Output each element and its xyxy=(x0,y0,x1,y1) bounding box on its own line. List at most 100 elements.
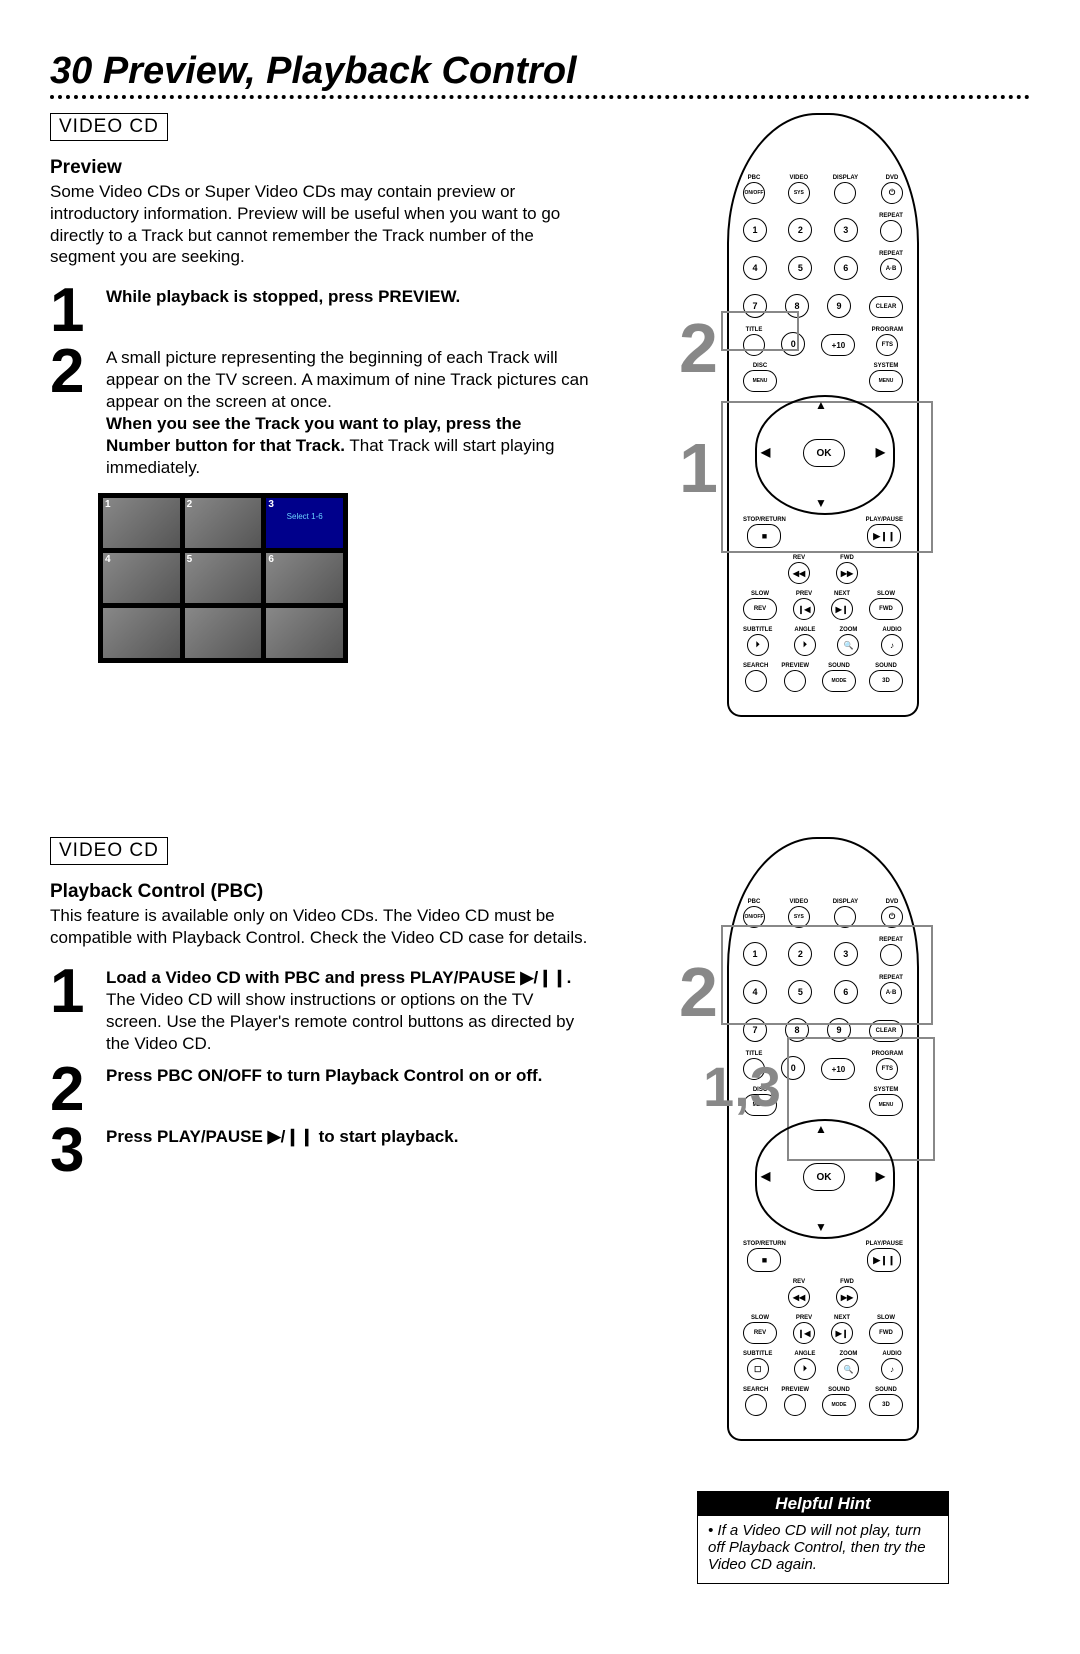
btn-1[interactable]: 1 xyxy=(743,218,767,242)
nav-right-2[interactable]: ▶ xyxy=(876,1169,885,1183)
lbl-sound-mode: SOUND xyxy=(828,663,850,669)
remote-control-diagram-1: 2 1 PBCON/OFF VIDEOSYS DISPLAY DVD⏻ 1 2 … xyxy=(727,113,919,717)
btn-search[interactable] xyxy=(745,670,767,692)
lbl-subtitle: SUBTITLE xyxy=(743,627,772,633)
section-preview: VIDEO CD Preview Some Video CDs or Super… xyxy=(50,113,1030,717)
btn-slow-rev-2[interactable]: REV xyxy=(743,1322,777,1344)
btn-play-pause-2[interactable]: ▶❙❙ xyxy=(867,1248,901,1272)
btn-plus10[interactable]: +10 xyxy=(821,334,855,356)
btn-2[interactable]: 2 xyxy=(788,218,812,242)
btn-stop-2[interactable]: ■ xyxy=(747,1248,781,1272)
pbc-step-2: 2 Press PBC ON/OFF to turn Playback Cont… xyxy=(50,1065,590,1116)
btn-sound-3d[interactable]: 3D xyxy=(869,670,903,692)
btn-system-menu[interactable]: MENU xyxy=(869,370,903,392)
lbl-preview: PREVIEW xyxy=(781,663,809,669)
btn-slow-rev[interactable]: REV xyxy=(743,598,777,620)
page-title: 30 Preview, Playback Control xyxy=(50,50,1030,93)
btn-ab[interactable]: A·B xyxy=(880,258,902,280)
lbl-system: SYSTEM xyxy=(874,363,899,369)
nav-left-icon[interactable]: ◀ xyxy=(761,445,770,459)
btn-preview-2[interactable] xyxy=(784,1394,806,1416)
btn-rev[interactable]: ◀◀ xyxy=(788,562,810,584)
helpful-hint-box: Helpful Hint • If a Video CD will not pl… xyxy=(697,1491,949,1584)
btn-sound-mode[interactable]: MODE xyxy=(822,670,856,692)
btn-next-2[interactable]: ▶❙ xyxy=(831,1322,853,1344)
callout-13: 1,3 xyxy=(703,1059,781,1115)
btn-6[interactable]: 6 xyxy=(834,256,858,280)
lbl-angle: ANGLE xyxy=(794,627,815,633)
btn-fwd-2[interactable]: ▶▶ xyxy=(836,1286,858,1308)
btn-repeat[interactable] xyxy=(880,220,902,242)
step-number-2: 2 xyxy=(50,347,96,480)
btn-4[interactable]: 4 xyxy=(743,256,767,280)
lbl-disc: DISC xyxy=(753,363,767,369)
callout-1: 1 xyxy=(679,433,718,503)
lbl-pbc: PBC xyxy=(748,175,761,181)
lbl-prev: PREV xyxy=(796,591,812,597)
lbl-sound-3d: SOUND xyxy=(875,663,897,669)
btn-slow-fwd-2[interactable]: FWD xyxy=(869,1322,903,1344)
callout-2b: 2 xyxy=(679,957,718,1027)
nav-right-icon[interactable]: ▶ xyxy=(876,445,885,459)
btn-fts[interactable]: FTS xyxy=(876,334,898,356)
dotted-rule xyxy=(50,95,1030,99)
lbl-display: DISPLAY xyxy=(833,175,858,181)
callout-2: 2 xyxy=(679,313,718,383)
thumb-3: 3Select 1-6 xyxy=(266,498,343,548)
btn-sound-3d-2[interactable]: 3D xyxy=(869,1394,903,1416)
nav-left-2[interactable]: ◀ xyxy=(761,1169,770,1183)
btn-audio[interactable]: ♪ xyxy=(881,634,903,656)
btn-search-2[interactable] xyxy=(745,1394,767,1416)
lbl-zoom: ZOOM xyxy=(839,627,857,633)
btn-audio-2[interactable]: ♪ xyxy=(881,1358,903,1380)
btn-ok-2[interactable]: OK xyxy=(803,1163,845,1191)
btn-disc-menu[interactable]: MENU xyxy=(743,370,777,392)
lbl-search: SEARCH xyxy=(743,663,768,669)
btn-subtitle[interactable]: ⏵ xyxy=(747,634,769,656)
thumb-2: 2 xyxy=(185,498,262,548)
helpful-hint-body: • If a Video CD will not play, turn off … xyxy=(698,1516,948,1583)
pbc-step-1: 1 Load a Video CD with PBC and press PLA… xyxy=(50,967,590,1055)
btn-video-sys[interactable]: SYS xyxy=(788,182,810,204)
btn-zoom[interactable]: 🔍 xyxy=(837,634,859,656)
lbl-next: NEXT xyxy=(834,591,850,597)
btn-clear[interactable]: CLEAR xyxy=(869,296,903,318)
pbc-step3-b: to start playback. xyxy=(314,1127,459,1146)
btn-preview[interactable] xyxy=(784,670,806,692)
btn-pbc[interactable]: ON/OFF xyxy=(743,182,765,204)
btn-9[interactable]: 9 xyxy=(827,294,851,318)
nav-down-icon[interactable]: ▼ xyxy=(815,496,827,510)
thumb-8 xyxy=(185,608,262,658)
btn-rev-2[interactable]: ◀◀ xyxy=(788,1286,810,1308)
btn-3[interactable]: 3 xyxy=(834,218,858,242)
lbl-slow-rev: SLOW xyxy=(751,591,769,597)
nav-up-icon[interactable]: ▲ xyxy=(815,398,827,412)
nav-down-2[interactable]: ▼ xyxy=(815,1220,827,1234)
nav-up-2[interactable]: ▲ xyxy=(815,1122,827,1136)
btn-subtitle-2[interactable]: ☐ xyxy=(747,1358,769,1380)
nav-pad-2: ▲ ▼ ◀ ▶ OK xyxy=(743,1123,903,1233)
pbc-step3-a: Press PLAY/PAUSE xyxy=(106,1127,268,1146)
btn-display[interactable] xyxy=(834,182,856,204)
thumb-9 xyxy=(266,608,343,658)
btn-dvd-power[interactable]: ⏻ xyxy=(881,182,903,204)
btn-angle-2[interactable]: ⏵ xyxy=(794,1358,816,1380)
btn-angle[interactable]: ⏵ xyxy=(794,634,816,656)
btn-zoom-2[interactable]: 🔍 xyxy=(837,1358,859,1380)
step2a-text: A small picture representing the beginni… xyxy=(106,348,589,411)
btn-prev-2[interactable]: ❙◀ xyxy=(793,1322,815,1344)
btn-5[interactable]: 5 xyxy=(788,256,812,280)
btn-slow-fwd[interactable]: FWD xyxy=(869,598,903,620)
intro-preview: Some Video CDs or Super Video CDs may co… xyxy=(50,181,590,268)
pbc-step2-text: Press PBC ON/OFF to turn Playback Contro… xyxy=(106,1066,542,1085)
thumb-7 xyxy=(103,608,180,658)
thumb-6: 6 xyxy=(266,553,343,603)
lbl-dvd: DVD xyxy=(886,175,899,181)
btn-fwd[interactable]: ▶▶ xyxy=(836,562,858,584)
pbc-step-number-3: 3 xyxy=(50,1126,96,1177)
btn-prev[interactable]: ❙◀ xyxy=(793,598,815,620)
step-number-1: 1 xyxy=(50,286,96,337)
btn-sound-mode-2[interactable]: MODE xyxy=(822,1394,856,1416)
btn-ok[interactable]: OK xyxy=(803,439,845,467)
btn-next[interactable]: ▶❙ xyxy=(831,598,853,620)
